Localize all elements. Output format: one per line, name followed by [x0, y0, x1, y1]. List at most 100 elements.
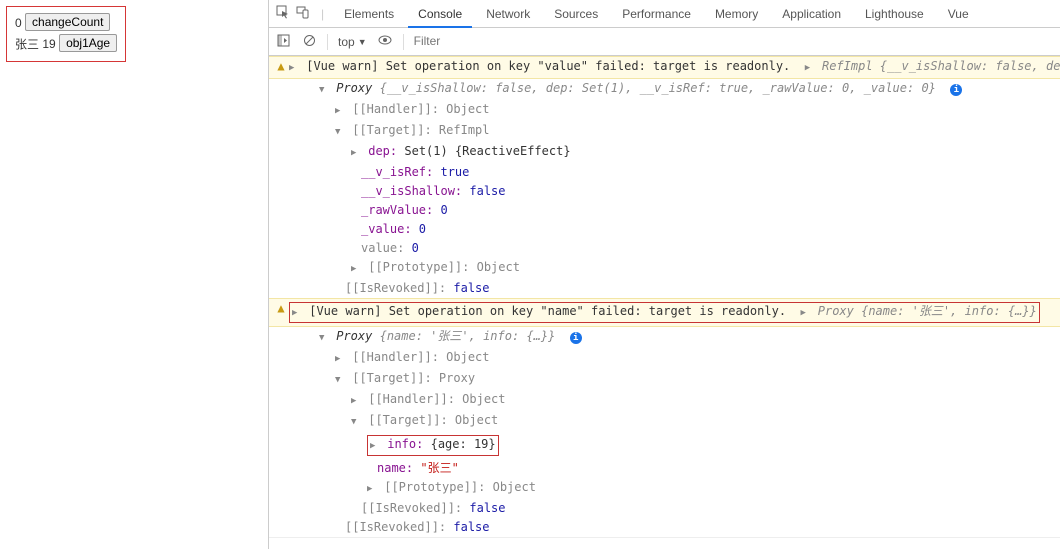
object-preview-props: {name: '张三', info: {…}} [861, 304, 1037, 318]
separator [403, 34, 404, 50]
property-value: true [440, 165, 469, 179]
live-expression-icon[interactable] [377, 33, 393, 50]
expand-toggle[interactable] [292, 303, 302, 322]
age-value: 19 [42, 37, 55, 51]
tab-application[interactable]: Application [772, 0, 851, 28]
devtools-panel: | Elements Console Network Sources Perfo… [268, 0, 1060, 549]
property-row: [[Handler]]: Object [368, 392, 505, 406]
property-key: [[IsRevoked]]: [345, 520, 453, 534]
expand-toggle[interactable] [351, 259, 361, 278]
property-value: 0 [440, 203, 447, 217]
device-toggle-icon[interactable] [295, 5, 311, 22]
highlighted-warning: [Vue warn] Set operation on key "name" f… [289, 302, 1040, 323]
property-value: {age: 19} [431, 437, 496, 451]
property-value: false [469, 501, 505, 515]
warning-icon: ▲ [273, 58, 289, 75]
clear-console-icon[interactable] [301, 34, 317, 50]
prompt-icon: › [277, 545, 284, 549]
obj1age-button[interactable]: obj1Age [59, 34, 117, 52]
warning-text: [Vue warn] Set operation on key "value" … [306, 59, 790, 73]
property-key: value: [361, 241, 412, 255]
property-row: [[Target]]: RefImpl [352, 123, 489, 137]
tab-sources[interactable]: Sources [544, 0, 608, 28]
property-key: __v_isShallow: [361, 184, 469, 198]
console-warning[interactable]: ▲ [Vue warn] Set operation on key "name"… [269, 298, 1060, 327]
console-warning[interactable]: ▲ [Vue warn] Set operation on key "value… [269, 56, 1060, 79]
object-label: Proxy [336, 81, 372, 95]
devtools-tabs: | Elements Console Network Sources Perfo… [269, 0, 1060, 28]
property-key: info: [387, 437, 430, 451]
chevron-down-icon: ▼ [358, 37, 367, 47]
object-label: Proxy [336, 329, 372, 343]
property-row: [[Target]]: Proxy [352, 371, 475, 385]
tab-elements[interactable]: Elements [334, 0, 404, 28]
property-key: dep: [368, 144, 397, 158]
property-row: [[Handler]]: Object [352, 102, 489, 116]
console-sidebar-toggle-icon[interactable] [275, 34, 291, 50]
object-preview-label: RefImpl [822, 59, 873, 73]
tab-lighthouse[interactable]: Lighthouse [855, 0, 934, 28]
info-icon[interactable]: i [950, 84, 962, 96]
property-value: "张三" [420, 461, 458, 475]
expand-toggle[interactable] [335, 101, 345, 120]
tab-vue[interactable]: Vue [938, 0, 979, 28]
console-toolbar: top ▼ [269, 28, 1060, 56]
app-preview-pane: 0 changeCount 张三 19 obj1Age [0, 0, 268, 549]
expand-toggle[interactable] [289, 58, 299, 77]
highlighted-property: info: {age: 19} [367, 435, 499, 456]
console-prompt[interactable]: › [269, 537, 1060, 549]
expand-toggle[interactable] [801, 303, 811, 322]
property-key: name: [377, 461, 420, 475]
expand-toggle[interactable] [335, 349, 345, 368]
expand-toggle[interactable] [351, 143, 361, 162]
object-preview-props: {__v_isShallow: false, dep: [880, 59, 1060, 73]
tab-memory[interactable]: Memory [705, 0, 768, 28]
warning-text: [Vue warn] Set operation on key "name" f… [309, 304, 786, 318]
property-row: [[Handler]]: Object [352, 350, 489, 364]
property-key: _value: [361, 222, 419, 236]
console-log[interactable]: Proxy {name: '张三', info: {…}} i [269, 327, 1060, 348]
property-value: false [469, 184, 505, 198]
tab-console[interactable]: Console [408, 0, 472, 28]
object-preview-label: Proxy [818, 304, 854, 318]
context-label: top [338, 35, 355, 49]
context-selector[interactable]: top ▼ [338, 35, 367, 49]
property-value: Set(1) {ReactiveEffect} [404, 144, 570, 158]
expand-toggle[interactable] [351, 391, 361, 410]
warning-icon: ▲ [273, 300, 289, 317]
property-row: [[Prototype]]: Object [368, 260, 520, 274]
name-value: 张三 [15, 37, 39, 51]
expand-toggle[interactable] [805, 58, 815, 77]
expand-toggle[interactable] [370, 436, 380, 455]
property-value: 0 [419, 222, 426, 236]
separator [327, 34, 328, 50]
expand-toggle[interactable] [319, 328, 329, 347]
separator: | [321, 7, 324, 21]
property-row: [[Prototype]]: Object [384, 480, 536, 494]
property-key: __v_isRef: [361, 165, 440, 179]
property-key: [[IsRevoked]]: [345, 281, 453, 295]
tab-network[interactable]: Network [476, 0, 540, 28]
object-props: {__v_isShallow: false, dep: Set(1), __v_… [380, 81, 936, 95]
info-icon[interactable]: i [570, 332, 582, 344]
count-value: 0 [15, 16, 22, 30]
expand-toggle[interactable] [335, 122, 345, 141]
object-props: {name: '张三', info: {…}} [380, 329, 556, 343]
expand-toggle[interactable] [319, 80, 329, 99]
console-output: ▲ [Vue warn] Set operation on key "value… [269, 56, 1060, 549]
filter-input[interactable] [414, 32, 614, 51]
expand-toggle[interactable] [335, 370, 345, 389]
property-value: false [453, 281, 489, 295]
property-key: _rawValue: [361, 203, 440, 217]
property-row: [[Target]]: Object [368, 413, 498, 427]
app-box: 0 changeCount 张三 19 obj1Age [6, 6, 126, 62]
property-key: [[IsRevoked]]: [361, 501, 469, 515]
expand-toggle[interactable] [367, 479, 377, 498]
tab-performance[interactable]: Performance [612, 0, 701, 28]
expand-toggle[interactable] [351, 412, 361, 431]
inspect-icon[interactable] [275, 5, 291, 22]
property-value: 0 [412, 241, 419, 255]
property-value: false [453, 520, 489, 534]
console-log[interactable]: Proxy {__v_isShallow: false, dep: Set(1)… [269, 79, 1060, 100]
change-count-button[interactable]: changeCount [25, 13, 110, 31]
